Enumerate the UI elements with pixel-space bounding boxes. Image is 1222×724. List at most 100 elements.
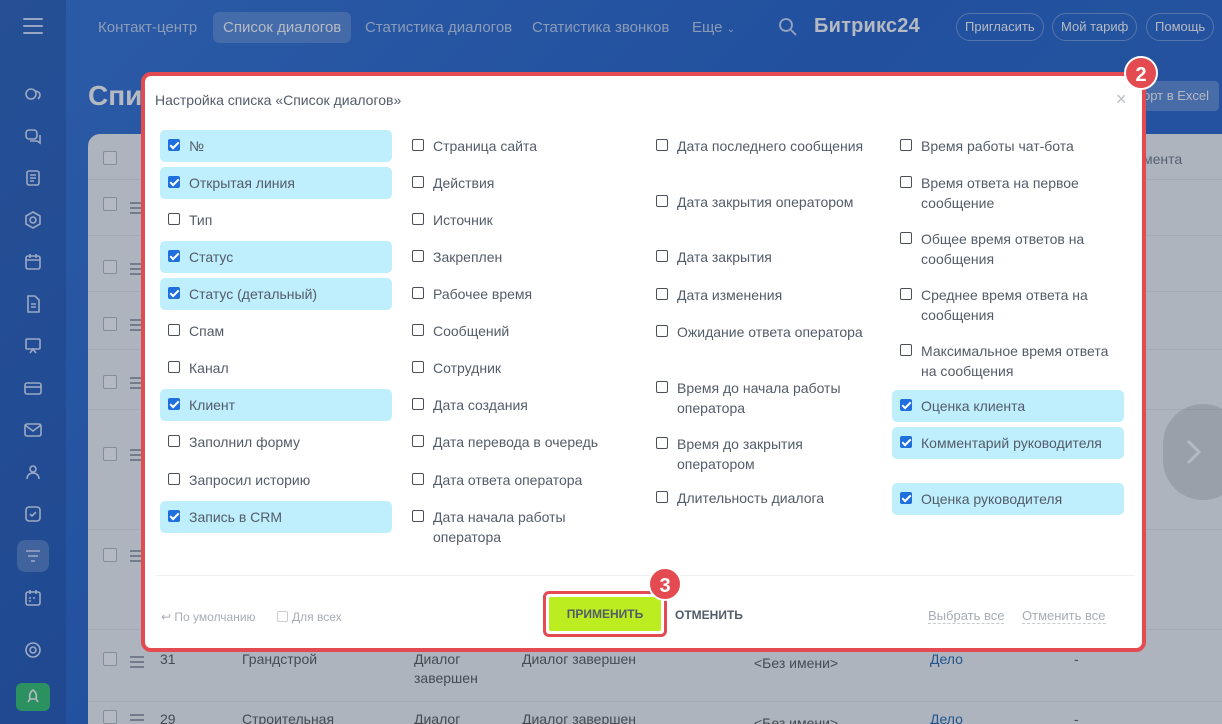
column-option[interactable]: Дата последнего сообщения [648,130,880,162]
column-option[interactable]: Дата закрытия [648,241,880,273]
option-checkbox[interactable] [900,288,912,300]
option-checkbox[interactable] [412,473,424,485]
column-option[interactable]: Среднее время ответа на сообщения [892,279,1124,331]
column-option[interactable]: Запросил историю [160,464,392,496]
column-option[interactable]: Спам [160,315,392,347]
option-checkbox[interactable] [900,139,912,151]
option-label: Статус (детальный) [189,286,318,302]
column-option[interactable]: Открытая линия [160,167,392,199]
column-option[interactable]: Дата создания [404,389,636,421]
option-checkbox[interactable] [656,437,668,449]
option-label: Дата закрытия оператором [677,194,854,210]
option-label: Заполнил форму [189,434,300,450]
footer-divider [155,575,1135,576]
option-label: Рабочее время [433,286,533,302]
column-option[interactable]: Оценка клиента [892,390,1124,422]
option-checkbox[interactable] [168,324,180,336]
option-checkbox[interactable] [412,398,424,410]
column-option[interactable]: Заполнил форму [160,426,392,458]
option-label: Спам [189,323,225,339]
column-option[interactable]: Время работы чат-бота [892,130,1124,162]
deselect-all-link[interactable]: Отменить все [1022,608,1106,624]
column-option[interactable]: Клиент [160,389,392,421]
option-checkbox[interactable] [168,435,180,447]
column-option[interactable]: Дата ответа оператора [404,464,636,496]
column-option[interactable]: Время до закрытия оператором [648,428,880,480]
option-checkbox[interactable] [168,213,180,225]
option-checkbox[interactable] [656,381,668,393]
column-option[interactable]: Статус [160,241,392,273]
column-option[interactable]: Оценка руководителя [892,483,1124,515]
column-option[interactable]: Запись в CRM [160,501,392,533]
option-checkbox[interactable] [168,176,180,188]
column-option[interactable]: Тип [160,204,392,236]
column-option[interactable]: Комментарий руководителя [892,427,1124,459]
option-checkbox[interactable] [656,139,668,151]
column-option[interactable]: Канал [160,352,392,384]
option-label: Канал [189,360,229,376]
column-option[interactable]: Максимальное время ответа на сообщения [892,335,1124,387]
option-checkbox[interactable] [412,324,424,336]
option-label: Запись в CRM [189,509,283,525]
column-settings-dialog: Настройка списка «Список диалогов» × № От… [141,72,1146,652]
for-all-checkbox[interactable]: Для всех [277,610,342,624]
option-checkbox[interactable] [168,250,180,262]
column-option[interactable]: Сообщений [404,315,636,347]
column-option[interactable]: Дата начала работы оператора [404,501,636,553]
option-checkbox[interactable] [656,250,668,262]
column-option[interactable]: Ожидание ответа оператора [648,316,880,348]
option-checkbox[interactable] [412,510,424,522]
option-checkbox[interactable] [168,398,180,410]
column-option[interactable]: Дата закрытия оператором [648,186,880,218]
option-checkbox[interactable] [412,139,424,151]
column-option[interactable]: Дата перевода в очередь [404,426,636,458]
option-checkbox[interactable] [656,288,668,300]
column-option[interactable]: Источник [404,204,636,236]
option-checkbox[interactable] [168,361,180,373]
option-checkbox[interactable] [656,195,668,207]
option-checkbox[interactable] [900,436,912,448]
cancel-button[interactable]: ОТМЕНИТЬ [675,608,743,622]
column-option[interactable]: Страница сайта [404,130,636,162]
option-label: Длительность диалога [677,490,825,506]
option-checkbox[interactable] [900,176,912,188]
option-checkbox[interactable] [168,473,180,485]
option-checkbox[interactable] [900,399,912,411]
option-label: Время работы чат-бота [921,138,1074,154]
option-checkbox[interactable] [900,344,912,356]
option-label: Ожидание ответа оператора [677,324,863,340]
for-all-box[interactable] [277,611,288,622]
column-option[interactable]: Время ответа на первое сообщение [892,167,1124,219]
option-label: Среднее время ответа на сообщения [921,287,1088,323]
column-option[interactable]: Общее время ответов на сообщения [892,223,1124,275]
option-checkbox[interactable] [412,435,424,447]
option-checkbox[interactable] [412,213,424,225]
reset-default-link[interactable]: ↩ По умолчанию [161,610,256,624]
option-checkbox[interactable] [412,287,424,299]
option-label: Время до закрытия оператором [677,436,803,472]
column-option[interactable]: Длительность диалога [648,482,880,514]
column-option[interactable]: Рабочее время [404,278,636,310]
select-all-link[interactable]: Выбрать все [928,608,1005,624]
option-label: Максимальное время ответа на сообщения [921,343,1109,379]
option-checkbox[interactable] [168,139,180,151]
close-icon[interactable]: × [1116,89,1127,110]
column-option[interactable]: № [160,130,392,162]
option-checkbox[interactable] [412,361,424,373]
apply-button[interactable]: ПРИМЕНИТЬ [549,597,661,631]
option-checkbox[interactable] [412,176,424,188]
for-all-label: Для всех [292,610,342,624]
option-checkbox[interactable] [412,250,424,262]
option-checkbox[interactable] [168,287,180,299]
option-checkbox[interactable] [656,491,668,503]
option-checkbox[interactable] [656,325,668,337]
option-checkbox[interactable] [168,510,180,522]
column-option[interactable]: Сотрудник [404,352,636,384]
column-option[interactable]: Действия [404,167,636,199]
column-option[interactable]: Дата изменения [648,279,880,311]
column-option[interactable]: Закреплен [404,241,636,273]
column-option[interactable]: Статус (детальный) [160,278,392,310]
option-checkbox[interactable] [900,232,912,244]
column-option[interactable]: Время до начала работы оператора [648,372,880,424]
option-checkbox[interactable] [900,492,912,504]
